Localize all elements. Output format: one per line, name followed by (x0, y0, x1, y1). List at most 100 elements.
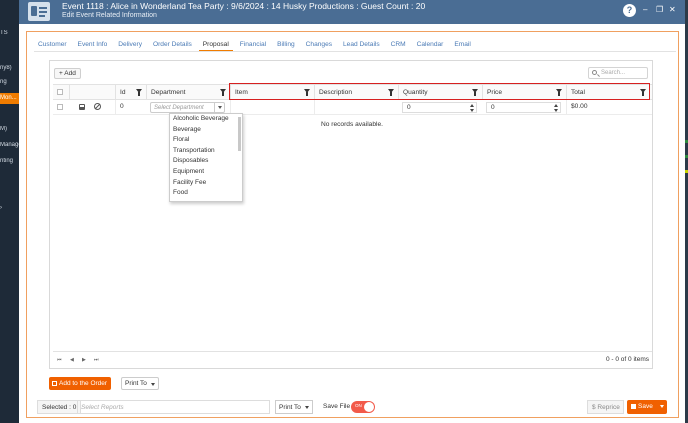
print-to-dropdown[interactable]: Print To (121, 377, 159, 390)
select-reports-input[interactable]: Select Reports (77, 400, 270, 414)
actions-header (69, 85, 115, 100)
dropdown-option[interactable]: Food (170, 188, 242, 199)
tab-bar: Customer Event Info Delivery Order Detai… (34, 38, 476, 52)
bottom-action-bar: Selected : 0 Select Reports Print To Sav… (37, 400, 673, 414)
tab-order-details[interactable]: Order Details (149, 38, 196, 52)
dropdown-option[interactable]: Facility Fee (170, 178, 242, 189)
tab-billing[interactable]: Billing (273, 38, 299, 52)
dropdown-option[interactable]: Beverage (170, 125, 242, 136)
filter-icon[interactable] (136, 89, 142, 96)
grid-scrollbar[interactable] (647, 101, 651, 349)
grid-pager: ⏮ ◀ ▶ ⏭ 0 - 0 of 0 items (53, 351, 652, 367)
save-row-icon[interactable] (79, 104, 85, 110)
total-cell: $0.00 (566, 100, 650, 114)
print-to-reports-dropdown[interactable]: Print To (275, 400, 313, 414)
dropdown-option[interactable]: Equipment (170, 167, 242, 178)
tab-divider (34, 51, 676, 52)
spinner-icon[interactable] (553, 103, 559, 113)
floppy-disk-icon (631, 403, 636, 409)
tab-email[interactable]: Email (450, 38, 475, 52)
save-file-label: Save File (323, 403, 351, 410)
item-cell[interactable] (230, 100, 314, 114)
sidebar-item: ng (0, 79, 7, 85)
minimize-icon[interactable]: – (643, 5, 647, 14)
description-cell[interactable] (314, 100, 398, 114)
print-to-label: Print To (279, 404, 301, 411)
add-button[interactable]: + Add (54, 68, 81, 79)
sidebar-item: M) (0, 126, 7, 132)
sidebar-item: nting (0, 158, 14, 164)
dropdown-option[interactable]: Alcoholic Beverage (170, 114, 242, 125)
print-to-label: Print To (125, 380, 147, 387)
save-label: Save (638, 403, 653, 410)
proposal-grid: + Add Search... Id Department Item Descr… (49, 60, 653, 369)
column-label: Id (120, 89, 126, 96)
sidebar-item: ny8) (0, 65, 12, 71)
sidebar-item: › (0, 205, 2, 211)
tab-calendar[interactable]: Calendar (413, 38, 448, 52)
new-record-row: 0 Select Department 0 0 $0.00 (53, 100, 652, 115)
tab-financial[interactable]: Financial (236, 38, 270, 52)
spinner-icon[interactable] (469, 103, 475, 113)
row-checkbox[interactable] (57, 104, 63, 110)
select-all-checkbox[interactable] (57, 89, 63, 95)
modal-header: Event 1118 : Alice in Wonderland Tea Par… (19, 0, 685, 24)
first-page-icon[interactable]: ⏮ (57, 357, 62, 363)
filter-icon[interactable] (220, 89, 226, 96)
dropdown-option[interactable]: Disposables (170, 156, 242, 167)
quantity-stepper[interactable]: 0 (402, 102, 477, 113)
selected-count: Selected : 0 (37, 400, 82, 414)
add-to-order-button[interactable]: Add to the Order (49, 377, 111, 390)
search-placeholder: Search... (601, 70, 626, 76)
chevron-down-icon[interactable] (214, 103, 224, 112)
cancel-row-icon[interactable] (94, 103, 101, 110)
quantity-value: 0 (407, 104, 411, 111)
tab-crm[interactable]: CRM (387, 38, 410, 52)
chevron-down-icon (151, 383, 155, 386)
screen: TS ny8) ng Mon... M) Manage nting › Even… (0, 0, 688, 423)
tab-changes[interactable]: Changes (302, 38, 336, 52)
tab-lead-details[interactable]: Lead Details (339, 38, 384, 52)
dropdown-scrollbar[interactable] (238, 117, 241, 151)
sidebar-item-active: Mon... (0, 93, 19, 104)
toggle-knob (364, 402, 374, 412)
add-to-order-label: Add to the Order (59, 380, 108, 387)
save-file-toggle[interactable]: ON (351, 401, 375, 413)
sidebar-item: Manage (0, 142, 19, 148)
select-all-header (53, 85, 69, 100)
column-header-id[interactable]: Id (115, 85, 146, 100)
toggle-label: ON (355, 403, 362, 408)
tab-customer[interactable]: Customer (34, 38, 71, 52)
tab-event-info[interactable]: Event Info (74, 38, 112, 52)
modal-title: Event 1118 : Alice in Wonderland Tea Par… (62, 1, 426, 11)
empty-message: No records available. (321, 121, 383, 128)
reprice-button[interactable]: $ Reprice (587, 400, 624, 414)
last-page-icon[interactable]: ⏭ (94, 357, 99, 363)
department-placeholder: Select Department (154, 105, 204, 111)
column-label: Department (151, 89, 186, 96)
modal-subtitle: Edit Event Related Information (62, 12, 157, 19)
highlight-box (229, 83, 650, 100)
dropdown-option[interactable]: Floral (170, 135, 242, 146)
tab-delivery[interactable]: Delivery (114, 38, 146, 52)
chevron-down-icon[interactable] (660, 405, 664, 408)
column-header-department[interactable]: Department (146, 85, 230, 100)
price-value: 0 (491, 104, 495, 111)
event-edit-modal: Event 1118 : Alice in Wonderland Tea Par… (19, 0, 685, 423)
id-cell: 0 (115, 100, 146, 114)
close-icon[interactable]: ✕ (669, 5, 676, 14)
save-button[interactable]: Save (627, 400, 667, 414)
pager-info: 0 - 0 of 0 items (606, 356, 649, 363)
contact-card-icon (28, 2, 50, 21)
price-stepper[interactable]: 0 (486, 102, 561, 113)
dropdown-option[interactable]: Transportation (170, 146, 242, 157)
prev-page-icon[interactable]: ◀ (70, 357, 74, 363)
maximize-icon[interactable]: ❐ (656, 5, 663, 14)
chevron-down-icon (305, 406, 309, 409)
help-icon[interactable]: ? (623, 4, 636, 17)
next-page-icon[interactable]: ▶ (82, 357, 86, 363)
cart-icon (52, 381, 57, 386)
tab-proposal[interactable]: Proposal (198, 38, 233, 52)
search-input[interactable]: Search... (588, 67, 648, 79)
department-select[interactable]: Select Department (150, 102, 225, 113)
